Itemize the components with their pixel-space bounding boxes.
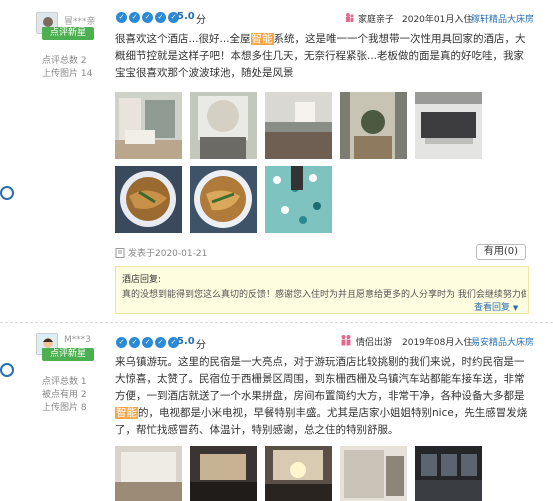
star-icon: ✓ xyxy=(129,337,140,348)
keyword-highlight: 智能 xyxy=(250,33,274,45)
hotel-reply-box: 酒店回复: 真的没想到能得到您这么真切的反馈！感谢您入住时为并且愿意给更多的人分… xyxy=(115,266,529,314)
review-text-part: 的，电视都是小米电视，早餐特别丰盛。尤其是店家小姐姐特别nice，先生感冒发烧了… xyxy=(115,407,528,436)
helpful-count: 被点有用 2 xyxy=(42,390,87,400)
review-text-part: 很喜欢这个酒店...很好...全屋 xyxy=(115,33,251,45)
reply-title: 酒店回复: xyxy=(122,275,162,285)
trip-type: 家庭亲子 xyxy=(358,15,395,25)
review-photo[interactable] xyxy=(265,166,332,233)
view-reply-link[interactable]: 查看回复 ▼ xyxy=(474,300,518,313)
stay-date: 2020年01月入住 xyxy=(402,15,473,25)
reviewer-badge: 点评新星 xyxy=(42,348,94,361)
rating-score: 5.0 xyxy=(177,336,195,347)
rating-score: 5.0 xyxy=(177,11,195,22)
keyword-highlight: 智能 xyxy=(115,407,138,419)
couple-icon xyxy=(341,335,351,346)
chevron-down-icon: ▼ xyxy=(512,304,519,312)
helpful-button[interactable]: 有用(0) xyxy=(476,244,526,260)
trip-type: 情侣出游 xyxy=(356,338,393,348)
photo-count: 上传图片 14 xyxy=(42,69,93,79)
photo-count: 上传图片 8 xyxy=(42,403,87,413)
review-photo[interactable] xyxy=(415,446,482,501)
stay-date: 2019年08月入住 xyxy=(402,338,473,348)
post-date: 发表于2020-01-21 xyxy=(128,249,208,259)
review-photo[interactable] xyxy=(115,92,182,159)
review-text-part: 来乌镇游玩。这里的民宿是一大亮点，对于游玩酒店比较挑剔的我们来说，时约民宿是一大… xyxy=(115,356,525,402)
review-text: 来乌镇游玩。这里的民宿是一大亮点，对于游玩酒店比较挑剔的我们来说，时约民宿是一大… xyxy=(115,354,533,439)
rating-stars: ✓ ✓ ✓ ✓ ✓ xyxy=(116,12,179,23)
reply-text: 真的没想到能得到您这么真切的反馈！感谢您入住时为并且愿意给更多的人分享时为 我们… xyxy=(122,290,526,300)
review-photo[interactable] xyxy=(190,166,257,233)
reviewer-badge: 点评新星 xyxy=(42,27,94,40)
rating-unit: 分 xyxy=(196,15,206,26)
reviewer-name[interactable]: M***3 xyxy=(64,335,91,345)
room-type[interactable]: 稼轩精品大床房 xyxy=(471,12,534,25)
review-photo[interactable] xyxy=(265,92,332,159)
left-edge xyxy=(0,0,30,501)
review-photo[interactable] xyxy=(190,92,257,159)
star-icon: ✓ xyxy=(129,12,140,23)
rating-stars: ✓ ✓ ✓ ✓ ✓ xyxy=(116,337,179,348)
review-photo[interactable] xyxy=(415,92,482,159)
reviewer-name[interactable]: 冒***亲 xyxy=(64,14,96,27)
star-icon: ✓ xyxy=(155,337,166,348)
review-count: 点评总数 1 xyxy=(42,377,87,387)
star-icon: ✓ xyxy=(155,12,166,23)
rating-unit: 分 xyxy=(196,340,206,351)
edge-circle-icon xyxy=(0,186,14,200)
review-photo[interactable] xyxy=(340,92,407,159)
edge-circle-icon xyxy=(0,363,14,377)
star-icon: ✓ xyxy=(116,337,127,348)
room-type[interactable]: 易安精品大床房 xyxy=(471,335,534,348)
document-icon xyxy=(115,248,125,258)
family-icon xyxy=(346,13,354,22)
review-photo[interactable] xyxy=(115,166,182,233)
review-photo[interactable] xyxy=(340,446,407,501)
review-photo[interactable] xyxy=(115,446,182,501)
review-photo[interactable] xyxy=(265,446,332,501)
star-icon: ✓ xyxy=(142,12,153,23)
review-photo[interactable] xyxy=(190,446,257,501)
star-icon: ✓ xyxy=(142,337,153,348)
review-text: 很喜欢这个酒店...很好...全屋智能系统，这是唯一一个我想带一次性用具回家的酒… xyxy=(115,31,533,82)
review-count: 点评总数 2 xyxy=(42,56,87,66)
star-icon: ✓ xyxy=(116,12,127,23)
divider xyxy=(0,322,553,323)
view-reply-label: 查看回复 xyxy=(474,303,511,313)
